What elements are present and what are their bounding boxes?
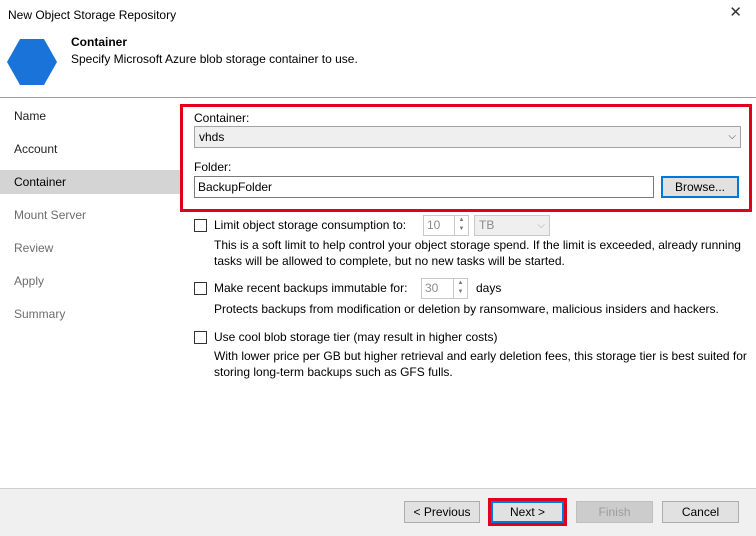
spin-arrows-icon: ▲ ▼ [453, 279, 467, 298]
nav-step-mount-server: Mount Server [14, 208, 87, 222]
limit-description-line1: This is a soft limit to help control you… [214, 238, 741, 252]
immutable-unit-label: days [476, 281, 502, 295]
nav-step-apply: Apply [14, 274, 45, 288]
nav-step-account[interactable]: Account [0, 137, 180, 161]
cancel-button[interactable]: Cancel [662, 501, 739, 523]
container-select[interactable]: vhds ⌵ [194, 126, 741, 148]
browse-button[interactable]: Browse... [661, 176, 739, 198]
container-value: vhds [199, 130, 225, 144]
cool-tier-checkbox[interactable] [194, 331, 207, 344]
limit-description-line2: tasks will be allowed to complete, but n… [214, 254, 565, 268]
previous-button[interactable]: < Previous [404, 501, 480, 523]
limit-value-stepper[interactable]: 10 ▲ ▼ [423, 215, 469, 236]
step-subtitle: Specify Microsoft Azure blob storage con… [71, 52, 358, 66]
limit-unit-select: TB ⌵ [474, 215, 550, 236]
object-storage-icon [7, 39, 57, 85]
next-highlight-frame [488, 498, 567, 526]
limit-storage-label: Limit object storage consumption to: [214, 218, 407, 232]
nav-step-name[interactable]: Name [0, 104, 180, 128]
immutable-days-stepper[interactable]: 30 ▲ ▼ [421, 278, 468, 299]
container-label: Container: [194, 111, 250, 125]
nav-step-container[interactable]: Container [0, 170, 180, 194]
chevron-down-icon: ⌵ [728, 131, 736, 142]
immutable-description: Protects backups from modification or de… [214, 302, 719, 316]
wizard-header: Container Specify Microsoft Azure blob s… [0, 30, 756, 98]
close-icon[interactable]: ✕ [729, 5, 742, 21]
limit-storage-checkbox[interactable] [194, 219, 207, 232]
cool-tier-description-line1: With lower price per GB but higher retri… [214, 349, 747, 363]
immutable-days-value: 30 [425, 281, 439, 295]
finish-button: Finish [576, 501, 653, 523]
window-titlebar: New Object Storage Repository ✕ [0, 0, 756, 30]
wizard-content: Name Account Container Mount Server Revi… [0, 98, 756, 488]
step-title: Container [71, 35, 128, 49]
spin-arrows-icon: ▲ ▼ [454, 216, 468, 235]
wizard-steps: Name Account Container Mount Server Revi… [0, 98, 180, 488]
folder-input[interactable]: BackupFolder [194, 176, 654, 198]
limit-value: 10 [427, 218, 441, 232]
folder-label: Folder: [194, 160, 232, 174]
limit-unit-value: TB [479, 218, 495, 232]
window-title: New Object Storage Repository [8, 8, 177, 22]
nav-step-review: Review [14, 241, 54, 255]
cool-tier-description-line2: storing long-term backups such as GFS fu… [214, 365, 453, 379]
chevron-down-icon: ⌵ [537, 220, 545, 231]
immutable-checkbox[interactable] [194, 282, 207, 295]
cool-tier-label: Use cool blob storage tier (may result i… [214, 330, 498, 344]
immutable-label: Make recent backups immutable for: [214, 281, 408, 295]
nav-step-summary: Summary [14, 307, 66, 321]
